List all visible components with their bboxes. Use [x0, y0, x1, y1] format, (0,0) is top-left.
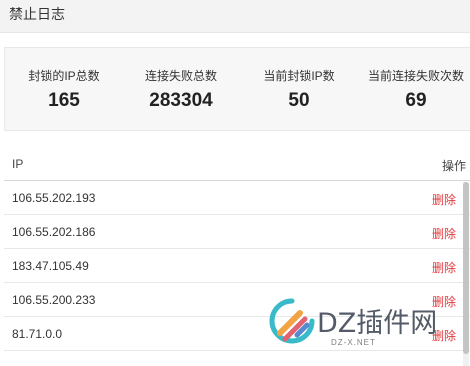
- stat-label: 当前连接失败次数: [367, 69, 464, 83]
- watermark: DZ插件网 DZ-X.NET: [267, 295, 467, 355]
- stat-value: 165: [48, 90, 80, 111]
- stat-value: 69: [405, 90, 427, 111]
- delete-link[interactable]: 删除: [432, 191, 456, 208]
- watermark-brand: DZ插件网: [317, 308, 438, 339]
- table-row: 183.47.105.49 删除: [4, 249, 470, 283]
- stat-label: 连接失败总数: [144, 69, 217, 83]
- stat-label: 当前封锁IP数: [263, 69, 335, 83]
- table-row: 106.55.202.193 删除: [4, 181, 470, 215]
- stats-panel: 封锁的IP总数 165 连接失败总数 283304 当前封锁IP数 50 当前连…: [4, 47, 470, 131]
- stat-label: 封锁的IP总数: [28, 69, 100, 83]
- table-row: 106.55.202.186 删除: [4, 215, 470, 249]
- delete-link[interactable]: 删除: [432, 225, 456, 242]
- watermark-url: DZ-X.NET: [331, 338, 376, 347]
- stat-value: 283304: [149, 90, 213, 111]
- table-header: IP 操作: [4, 143, 470, 181]
- watermark-logo-icon: [269, 298, 315, 344]
- dialog-header: 禁止日志: [0, 0, 470, 33]
- ip-cell: 106.55.202.186: [12, 225, 96, 239]
- column-header-ip: IP: [12, 157, 24, 171]
- dialog-title: 禁止日志: [9, 6, 65, 22]
- column-header-action: 操作: [441, 159, 466, 173]
- ip-cell: 106.55.202.193: [12, 191, 96, 205]
- ip-cell: 81.71.0.0: [12, 327, 63, 341]
- stat-value: 50: [288, 90, 310, 111]
- ip-cell: 183.47.105.49: [12, 259, 89, 273]
- ip-cell: 106.55.200.233: [12, 293, 96, 307]
- stat-blocked-ip-total: 封锁的IP总数 165: [9, 48, 119, 132]
- delete-link[interactable]: 删除: [432, 259, 456, 276]
- stat-current-blocked-ip: 当前封锁IP数 50: [244, 48, 354, 132]
- stat-connection-fail-total: 连接失败总数 283304: [126, 48, 236, 132]
- stat-current-fail-count: 当前连接失败次数 69: [361, 48, 470, 132]
